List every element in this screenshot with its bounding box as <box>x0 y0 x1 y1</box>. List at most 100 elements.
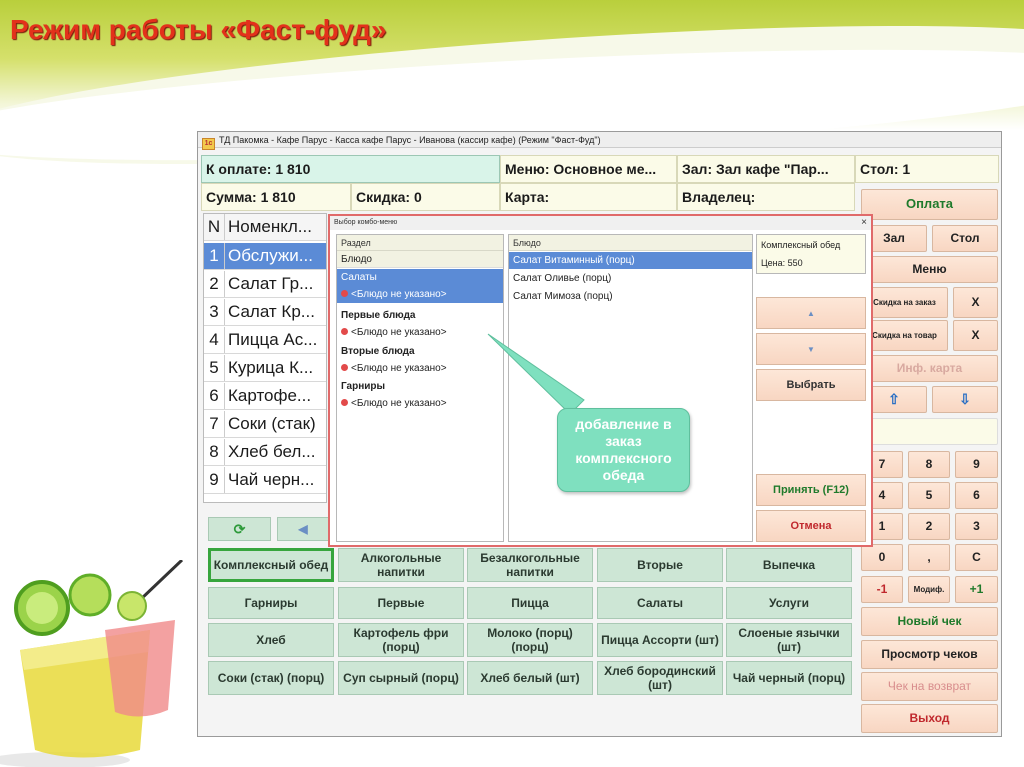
table-row[interactable]: 4 Пицца Ас... <box>204 327 326 354</box>
sum-field: Сумма: 1 810 <box>201 183 351 211</box>
row-number: 4 <box>204 327 225 353</box>
menu-field: Меню: Основное ме... <box>500 155 677 183</box>
item-white-bread[interactable]: Хлеб белый (шт) <box>467 661 593 695</box>
key-2[interactable]: 2 <box>908 513 950 540</box>
minus-one-button[interactable]: -1 <box>861 576 903 603</box>
cancel-button[interactable]: Отмена <box>756 510 866 542</box>
table-field: Стол: 1 <box>855 155 999 183</box>
group-sides[interactable]: Гарниры <box>337 378 503 395</box>
table-button[interactable]: Стол <box>932 225 998 252</box>
table-row[interactable]: 5 Курица К... <box>204 355 326 382</box>
exit-button[interactable]: Выход <box>861 704 998 733</box>
key-0[interactable]: 0 <box>861 544 903 571</box>
key-6[interactable]: 6 <box>955 482 998 509</box>
item-black-tea[interactable]: Чай черный (порц) <box>726 661 852 695</box>
key-3[interactable]: 3 <box>955 513 998 540</box>
move-up-button[interactable]: ▲ <box>756 297 866 329</box>
group-item-label: <Блюдо не указано> <box>351 327 447 338</box>
modifier-button[interactable]: Модиф. <box>908 576 950 603</box>
order-table: N Номенкл... 1 Обслужи... 2 Салат Гр... 3С… <box>203 213 327 503</box>
group-first[interactable]: Первые блюда <box>337 307 503 324</box>
group-item-label: <Блюдо не указано> <box>351 398 447 409</box>
group-second-item[interactable]: <Блюдо не указано> <box>337 360 503 377</box>
item-borodinsky-bread[interactable]: Хлеб бородинский (шт) <box>597 661 723 695</box>
category-pizza[interactable]: Пицца <box>467 587 593 619</box>
item-puff-pastry[interactable]: Слоеные язычки (шт) <box>726 623 852 657</box>
menu-button[interactable]: Меню <box>861 256 998 283</box>
key-5[interactable]: 5 <box>908 482 950 509</box>
combo-menu-dialog: Выбор комбо-меню × Раздел Блюдо Салаты <… <box>328 214 873 547</box>
cocktail-illustration <box>0 560 184 767</box>
close-icon[interactable]: × <box>861 216 867 230</box>
table-row[interactable]: 8 Хлеб бел... <box>204 439 326 466</box>
group-second[interactable]: Вторые блюда <box>337 343 503 360</box>
refresh-button[interactable]: ⟳ <box>208 517 271 541</box>
item-juice[interactable]: Соки (стак) (порц) <box>208 661 334 695</box>
table-row[interactable]: 1 Обслужи... <box>204 243 326 270</box>
status-dot-icon <box>341 399 348 406</box>
new-check-button[interactable]: Новый чек <box>861 607 998 636</box>
item-milk[interactable]: Молоко (порц) (порц) <box>467 623 593 657</box>
dialog-title: Выбор комбо-меню <box>330 216 871 230</box>
category-services[interactable]: Услуги <box>726 587 852 619</box>
col-name-header[interactable]: Номенкл... <box>225 217 312 237</box>
dish-item[interactable]: Салат Витаминный (порц) <box>509 252 752 269</box>
down-arrow-icon[interactable]: ⇩ <box>932 386 998 413</box>
view-checks-button[interactable]: Просмотр чеков <box>861 640 998 669</box>
category-mains[interactable]: Вторые <box>597 548 723 582</box>
dish-item[interactable]: Салат Оливье (порц) <box>509 270 752 287</box>
row-name: Салат Гр... <box>228 274 314 293</box>
group-first-item[interactable]: <Блюдо не указано> <box>337 324 503 341</box>
to-pay-field: К оплате: 1 810 <box>201 155 500 183</box>
hall-field: Зал: Зал кафе "Пар... <box>677 155 855 183</box>
category-pastry[interactable]: Выпечка <box>726 548 852 582</box>
category-salads[interactable]: Салаты <box>597 587 723 619</box>
scroll-left-button[interactable]: ◀ <box>277 517 329 541</box>
item-pizza-assorti[interactable]: Пицца Ассорти (шт) <box>597 623 723 657</box>
pay-button[interactable]: Оплата <box>861 189 998 220</box>
quantity-input[interactable] <box>861 418 998 445</box>
category-sides[interactable]: Гарниры <box>208 587 334 619</box>
group-item-label: <Блюдо не указано> <box>351 289 447 300</box>
item-discount-button[interactable]: Скидка на товар <box>861 320 948 351</box>
item-cheese-soup[interactable]: Суп сырный (порц) <box>338 661 464 695</box>
clear-item-discount-button[interactable]: X <box>953 320 998 351</box>
key-clear[interactable]: C <box>955 544 998 571</box>
order-discount-button[interactable]: Скидка на заказ <box>861 287 948 318</box>
row-number: 1 <box>204 243 225 269</box>
table-row[interactable]: 7 Соки (стак) <box>204 411 326 438</box>
group-item-label: <Блюдо не указано> <box>351 363 447 374</box>
clear-order-discount-button[interactable]: X <box>953 287 998 318</box>
table-row[interactable]: 2 Салат Гр... <box>204 271 326 298</box>
table-row[interactable]: 3 Салат Кр... <box>204 299 326 326</box>
item-fries[interactable]: Картофель фри (порц) <box>338 623 464 657</box>
table-row[interactable]: 6 Картофе... <box>204 383 326 410</box>
dish-item[interactable]: Салат Мимоза (порц) <box>509 288 752 305</box>
group-sides-item[interactable]: <Блюдо не указано> <box>337 395 503 412</box>
info-card-button[interactable]: Инф. карта <box>861 355 998 382</box>
key-comma[interactable]: , <box>908 544 950 571</box>
status-dot-icon <box>341 364 348 371</box>
row-number: 9 <box>204 467 225 493</box>
plus-one-button[interactable]: +1 <box>955 576 998 603</box>
move-down-button[interactable]: ▼ <box>756 333 866 365</box>
return-check-button[interactable]: Чек на возврат <box>861 672 998 701</box>
key-9[interactable]: 9 <box>955 451 998 478</box>
category-soups[interactable]: Первые <box>338 587 464 619</box>
row-number: 8 <box>204 439 225 465</box>
category-soft-drinks[interactable]: Безалкогольные напитки <box>467 548 593 582</box>
choose-button[interactable]: Выбрать <box>756 369 866 401</box>
table-row[interactable]: 9 Чай черн... <box>204 467 326 494</box>
row-name: Обслужи... <box>228 246 313 265</box>
accept-button[interactable]: Принять (F12) <box>756 474 866 506</box>
group-salads[interactable]: Салаты <box>337 269 503 286</box>
card-field: Карта: <box>500 183 677 211</box>
key-8[interactable]: 8 <box>908 451 950 478</box>
category-alcohol[interactable]: Алкогольные напитки <box>338 548 464 582</box>
category-combo-lunch[interactable]: Комплексный обед <box>208 548 334 582</box>
combo-info: Комплексный обед Цена: 550 <box>756 234 866 274</box>
item-bread[interactable]: Хлеб <box>208 623 334 657</box>
group-salads-item[interactable]: <Блюдо не указано> <box>337 286 503 303</box>
sections-pane: Раздел Блюдо Салаты <Блюдо не указано> П… <box>336 234 504 542</box>
combo-price: Цена: 550 <box>761 258 803 268</box>
